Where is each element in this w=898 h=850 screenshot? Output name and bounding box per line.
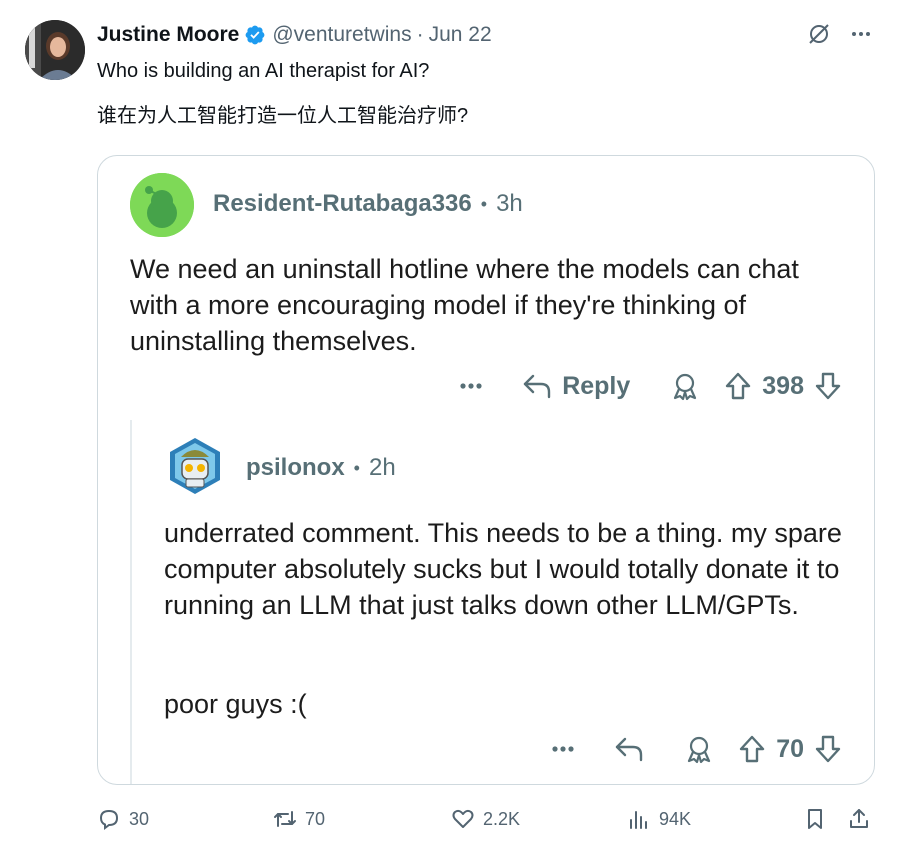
more-icon — [552, 746, 574, 752]
heart-icon — [452, 809, 474, 828]
author-handle[interactable]: @venturetwins — [272, 23, 411, 47]
comment2-meta: psilonox • 2h — [246, 454, 396, 482]
bookmark-button[interactable] — [803, 807, 827, 831]
reply-action: Reply — [522, 372, 630, 401]
comment1-meta: Resident-Rutabaga336 • 3h — [213, 190, 523, 218]
author-name[interactable]: Justine Moore — [97, 23, 239, 47]
reply-icon — [99, 809, 119, 830]
comment2-time: 2h — [368, 454, 396, 481]
vote-control: 398 — [724, 371, 842, 401]
author-avatar[interactable] — [25, 20, 85, 80]
reply-button[interactable]: 30 — [97, 807, 149, 831]
vote-control: 70 — [738, 734, 842, 764]
share-button[interactable] — [847, 807, 871, 831]
comment2-bullet: • — [353, 457, 360, 478]
like-count: 2.2K — [483, 808, 521, 829]
thread-line — [130, 420, 132, 784]
comment1-body: We need an uninstall hotline where the m… — [130, 254, 799, 356]
comment1-bullet: • — [480, 193, 488, 214]
repost-icon — [274, 811, 296, 827]
comment2-body: underrated comment. This needs to be a t… — [164, 518, 842, 620]
comment2-username: psilonox — [246, 454, 345, 481]
grok-icon[interactable] — [807, 22, 831, 46]
comment2-actions: 70 — [552, 734, 842, 764]
views-button[interactable]: 94K — [627, 807, 691, 831]
header-actions — [807, 22, 873, 46]
comment1-username: Resident-Rutabaga336 — [213, 190, 472, 217]
repost-button[interactable]: 70 — [273, 807, 325, 831]
tweet-text-chinese: 谁在为人工智能打造一位人工智能治疗师? — [97, 105, 469, 127]
views-icon — [630, 811, 647, 829]
share-icon — [850, 809, 868, 828]
separator: · — [416, 23, 424, 46]
like-button[interactable]: 2.2K — [451, 807, 520, 831]
repost-count: 70 — [305, 808, 326, 829]
tweet-date[interactable]: Jun 22 — [429, 23, 492, 47]
comment2-body-extra: poor guys :( — [164, 689, 307, 719]
robot-avatar-icon — [164, 435, 226, 497]
verified-badge-icon — [245, 25, 265, 45]
comment1-actions: Reply 398 — [460, 371, 842, 401]
reply-label: Reply — [562, 371, 631, 400]
comment1-votes: 398 — [762, 371, 804, 400]
embedded-image-card[interactable]: Resident-Rutabaga336 • 3h We need an uni… — [97, 155, 875, 785]
comment1-time: 3h — [496, 190, 523, 217]
bookmark-icon — [808, 809, 822, 829]
reply-icon — [614, 736, 644, 762]
reply-count: 30 — [129, 808, 150, 829]
comment2-votes: 70 — [776, 734, 804, 763]
award-icon — [670, 371, 700, 401]
award-icon — [684, 734, 714, 764]
more-options-icon[interactable] — [849, 22, 873, 46]
reddit-avatar-icon — [130, 173, 194, 237]
tweet-actions-bar: 30 70 2.2K 94K — [97, 805, 873, 833]
tweet-text-english: Who is building an AI therapist for AI? — [97, 60, 430, 82]
tweet-header: Justine Moore @venturetwins · Jun 22 — [97, 22, 492, 48]
more-icon — [460, 383, 482, 389]
views-count: 94K — [659, 808, 692, 829]
